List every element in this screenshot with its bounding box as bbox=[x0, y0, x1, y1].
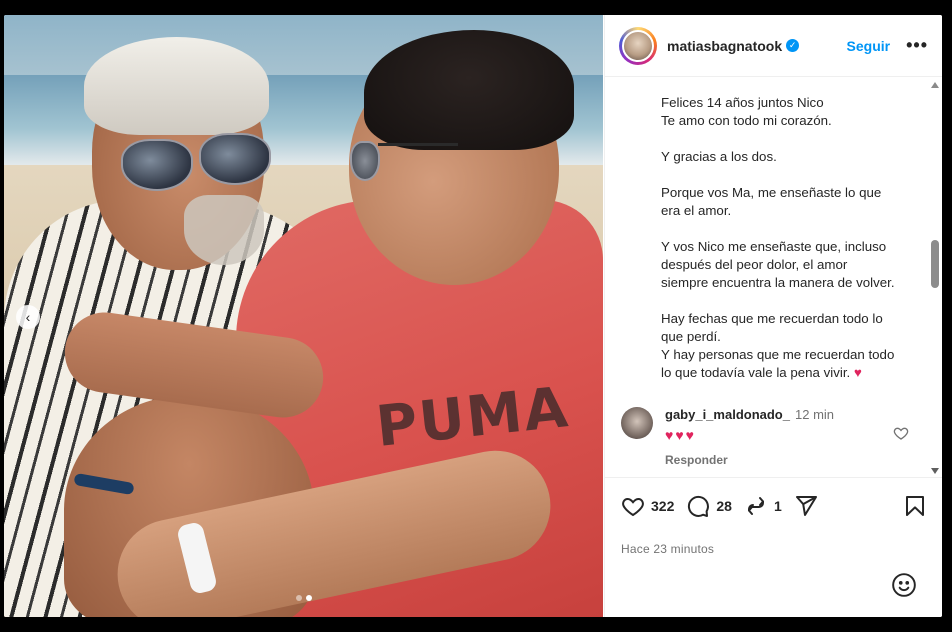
repost-icon bbox=[747, 497, 764, 515]
comment-time[interactable]: 12 min bbox=[795, 407, 834, 422]
comment-text: ♥♥♥ bbox=[665, 427, 696, 443]
photo-sunglasses-left bbox=[121, 133, 271, 193]
photo-person-left-hair bbox=[84, 37, 269, 135]
scroll-up-icon[interactable] bbox=[931, 82, 939, 88]
story-ring[interactable] bbox=[619, 26, 657, 65]
action-bar: 322 28 1 bbox=[621, 494, 830, 518]
comments-scroll-area[interactable]: Felices 14 años juntos Nico Te amo con t… bbox=[605, 78, 930, 476]
scrollbar-thumb[interactable] bbox=[931, 240, 939, 288]
post-caption-text: Felices 14 años juntos Nico Te amo con t… bbox=[661, 95, 895, 380]
carousel-indicator bbox=[296, 595, 312, 601]
comment-heart-icon[interactable] bbox=[893, 425, 909, 441]
comment-icon bbox=[688, 495, 710, 517]
post-photo[interactable]: PUMA ‹ bbox=[4, 15, 603, 617]
comment-avatar[interactable] bbox=[621, 407, 653, 439]
carousel-dot-active bbox=[306, 595, 312, 601]
photo-person-right-hair bbox=[364, 30, 574, 150]
share-button[interactable] bbox=[794, 494, 818, 518]
post-side-panel: matiasbagnatook ✓ Seguir ••• Felices 14 … bbox=[604, 15, 942, 617]
heart-icon bbox=[622, 497, 644, 517]
post-timestamp[interactable]: Hace 23 minutos bbox=[621, 542, 714, 556]
likes-count[interactable]: 322 bbox=[651, 498, 674, 514]
like-button[interactable]: 322 bbox=[621, 494, 674, 518]
comment-username[interactable]: gaby_i_maldonado_ bbox=[665, 407, 790, 422]
avatar bbox=[622, 29, 654, 62]
post-header: matiasbagnatook ✓ Seguir ••• bbox=[605, 15, 942, 77]
repost-button[interactable]: 1 bbox=[744, 494, 782, 518]
comments-scrollbar[interactable] bbox=[930, 78, 940, 476]
photo-person-left-beard bbox=[184, 195, 264, 265]
follow-button[interactable]: Seguir bbox=[847, 38, 891, 54]
reposts-count: 1 bbox=[773, 498, 782, 514]
comments-count: 28 bbox=[716, 498, 732, 514]
post-modal: PUMA ‹ matiasbagnatook ✓ Seguir ••• Feli… bbox=[4, 15, 942, 617]
bookmark-icon[interactable] bbox=[903, 494, 927, 518]
post-caption: Felices 14 años juntos Nico Te amo con t… bbox=[605, 78, 930, 382]
carousel-dot bbox=[296, 595, 302, 601]
scroll-down-icon[interactable] bbox=[931, 468, 939, 474]
chevron-left-icon[interactable]: ‹ bbox=[16, 305, 40, 329]
reply-button[interactable]: Responder bbox=[665, 453, 728, 467]
photo-sunglasses-right bbox=[350, 139, 460, 185]
more-options-icon[interactable]: ••• bbox=[906, 35, 928, 56]
verified-badge-icon: ✓ bbox=[786, 39, 800, 52]
heart-emoji: ♥ bbox=[853, 365, 862, 380]
post-username[interactable]: matiasbagnatook bbox=[667, 38, 782, 54]
post-actions-section: 322 28 1 Hace 23 minutos bbox=[605, 477, 942, 617]
comment-button[interactable]: 28 bbox=[686, 494, 732, 518]
send-icon bbox=[795, 496, 817, 516]
emoji-icon[interactable] bbox=[891, 572, 917, 598]
